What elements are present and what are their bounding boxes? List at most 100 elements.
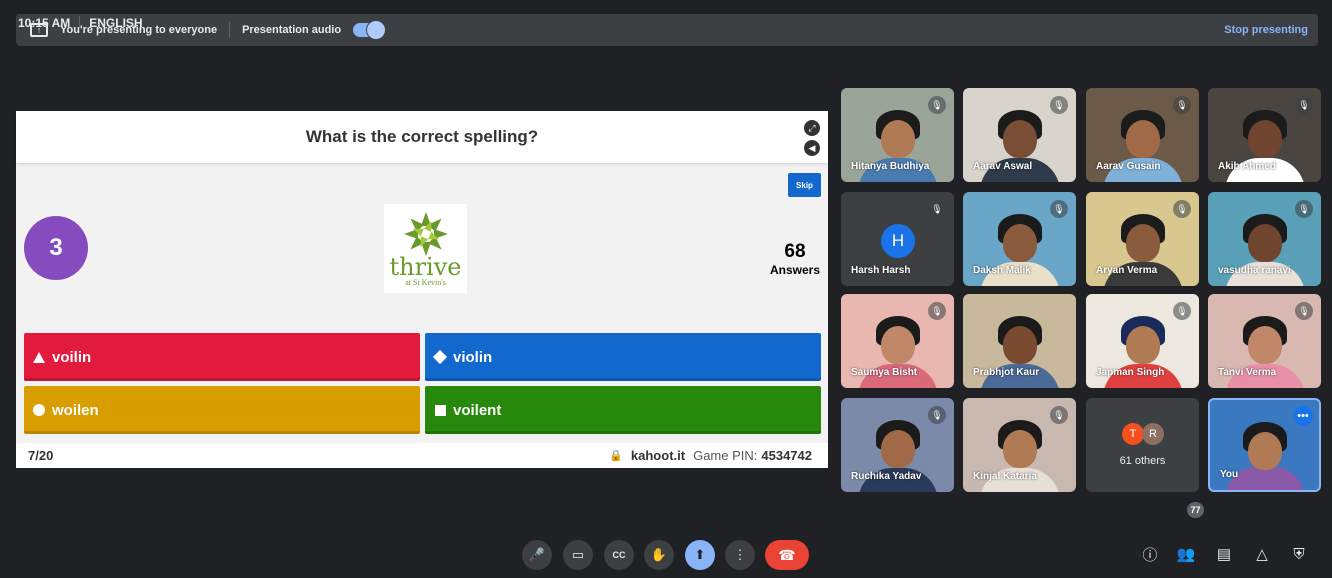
host-controls-button[interactable]: ⛨: [1287, 542, 1311, 566]
presentation-audio-toggle[interactable]: [353, 21, 386, 39]
avatar: H: [881, 224, 915, 258]
stop-presenting-button[interactable]: Stop presenting: [1224, 24, 1308, 36]
thrive-logo: thrive at St Kevin's: [384, 204, 467, 293]
participant-tile[interactable]: H 🎙 Harsh Harsh: [841, 192, 954, 286]
question-tools: ⤢ ◀: [804, 120, 820, 156]
lock-icon: 🔒: [609, 450, 623, 462]
participant-tile[interactable]: 🎙 Akib Ahmed: [1208, 88, 1321, 182]
mic-off-icon: 🎙: [1173, 302, 1191, 320]
mic-off-icon: 🎙: [1295, 302, 1313, 320]
mic-off-icon: 🎙: [928, 406, 946, 424]
participant-name: Aryan Verma: [1096, 265, 1158, 276]
answer-text: woilen: [52, 401, 99, 419]
answer-option-square[interactable]: voilent: [425, 386, 821, 434]
answer-option-circle[interactable]: woilen: [24, 386, 420, 434]
participant-tile[interactable]: 🎙 Kinjal Kataria: [963, 398, 1076, 492]
participant-tile[interactable]: 🎙 Tanvi Verma: [1208, 294, 1321, 388]
kahoot-site: kahoot.it: [630, 448, 686, 463]
people-button[interactable]: 👥: [1174, 542, 1198, 566]
participant-tile[interactable]: 🎙 Aarav Aswal: [963, 88, 1076, 182]
participant-tile[interactable]: 🎙 vasudha ranavi: [1208, 192, 1321, 286]
mic-off-icon: 🎙: [928, 96, 946, 114]
shared-screen: What is the correct spelling? ⤢ ◀ Skip 3: [16, 111, 828, 468]
volume-icon[interactable]: ◀: [804, 140, 820, 156]
others-tile[interactable]: T R 61 others: [1086, 398, 1199, 492]
more-vert-icon: ⋮: [733, 547, 747, 562]
shield-icon: ⛨: [1293, 545, 1305, 563]
participant-name: Saumya Bisht: [851, 367, 918, 378]
participant-name: You: [1220, 469, 1239, 480]
camera-icon: ▭: [571, 547, 585, 562]
captions-button[interactable]: CC: [604, 540, 634, 570]
question-text: What is the correct spelling?: [305, 127, 539, 146]
chat-icon: ▤: [1216, 546, 1232, 563]
mic-off-icon: 🎙: [928, 302, 946, 320]
participant-tile[interactable]: 🎙 Aarav Gusain: [1086, 88, 1199, 182]
logo-word: thrive: [389, 253, 462, 281]
mic-off-icon: 🎙: [1050, 406, 1068, 424]
participant-tile[interactable]: 🎙 Daksh Malik: [963, 192, 1076, 286]
more-options-icon[interactable]: •••: [1293, 406, 1313, 426]
camera-button[interactable]: ▭: [563, 540, 593, 570]
diamond-icon: [432, 349, 448, 365]
phone-hangup-icon: ☎: [778, 546, 796, 563]
mic-off-icon: 🎙: [1050, 96, 1068, 114]
skip-button[interactable]: Skip: [788, 173, 821, 197]
meeting-details: 10:15 AM ENGLISH: [18, 16, 143, 30]
mic-off-icon: 🎙: [1295, 96, 1313, 114]
participant-tile[interactable]: 🎙 Aryan Verma: [1086, 192, 1199, 286]
slide-footer: 7/20 🔒 kahoot.it Game PIN: 4534742: [16, 443, 828, 468]
logo-subtitle: at St Kevin's: [405, 278, 446, 287]
shapes-icon: △: [1256, 546, 1268, 563]
presentation-audio-label: Presentation audio: [242, 24, 342, 36]
participant-name: Ruchika Yadav: [851, 471, 922, 482]
present-screen-icon: ⬆: [694, 547, 706, 562]
participant-name: Japman Singh: [1096, 367, 1165, 378]
answer-text: violin: [453, 348, 493, 366]
more-options-button[interactable]: ⋮: [725, 540, 755, 570]
answers-label: Answers: [769, 263, 820, 277]
answer-option-triangle[interactable]: voilin: [24, 333, 420, 381]
participant-name: Hitanya Budhiya: [851, 161, 930, 172]
question-bar: What is the correct spelling? ⤢ ◀: [16, 111, 828, 163]
participant-tile[interactable]: 🎙 Hitanya Budhiya: [841, 88, 954, 182]
fullscreen-icon[interactable]: ⤢: [804, 120, 820, 136]
mic-off-icon: 🎙: [1173, 200, 1191, 218]
mic-off-icon: 🎙: [1173, 96, 1191, 114]
others-count: 61 others: [1119, 455, 1166, 467]
game-pin: 🔒 kahoot.it Game PIN: 4534742: [609, 448, 812, 463]
presenting-bar: ↑ You're presenting to everyone Presenta…: [16, 14, 1318, 46]
answer-text: voilent: [453, 401, 502, 419]
participant-tile[interactable]: Prabhjot Kaur: [963, 294, 1076, 388]
participant-tile[interactable]: 🎙 Ruchika Yadav: [841, 398, 954, 492]
circle-icon: [32, 404, 46, 416]
hand-icon: ✋: [650, 547, 668, 562]
participant-name: Aarav Gusain: [1096, 161, 1161, 172]
people-icon: 👥: [1176, 546, 1196, 563]
triangle-icon: [32, 351, 46, 363]
activities-button[interactable]: △: [1250, 542, 1274, 566]
divider: [79, 16, 81, 30]
raise-hand-button[interactable]: ✋: [644, 540, 674, 570]
participant-name: Tanvi Verma: [1218, 367, 1277, 378]
participant-tile[interactable]: 🎙 Saumya Bisht: [841, 294, 954, 388]
people-count-badge: 77: [1187, 502, 1204, 518]
chat-button[interactable]: ▤: [1212, 542, 1236, 566]
divider: [229, 22, 231, 38]
avatar: T: [1122, 423, 1144, 445]
leave-call-button[interactable]: ☎: [765, 540, 809, 570]
game-pin-value: 4534742: [761, 448, 812, 463]
avatar: R: [1142, 423, 1164, 445]
info-icon: ⓘ: [1142, 546, 1158, 564]
self-tile[interactable]: ••• You: [1208, 398, 1321, 492]
mic-button[interactable]: 🎤: [522, 540, 552, 570]
participant-tile[interactable]: 🎙 Japman Singh: [1086, 294, 1199, 388]
participant-name: Kinjal Kataria: [973, 471, 1037, 482]
answer-option-diamond[interactable]: violin: [425, 333, 821, 381]
present-button[interactable]: ⬆: [685, 540, 715, 570]
meeting-info-button[interactable]: ⓘ: [1138, 542, 1162, 566]
captions-icon: CC: [612, 550, 626, 560]
participant-name: Harsh Harsh: [851, 265, 911, 276]
microphone-icon: 🎤: [528, 547, 546, 562]
toggle-knob: [367, 21, 386, 39]
